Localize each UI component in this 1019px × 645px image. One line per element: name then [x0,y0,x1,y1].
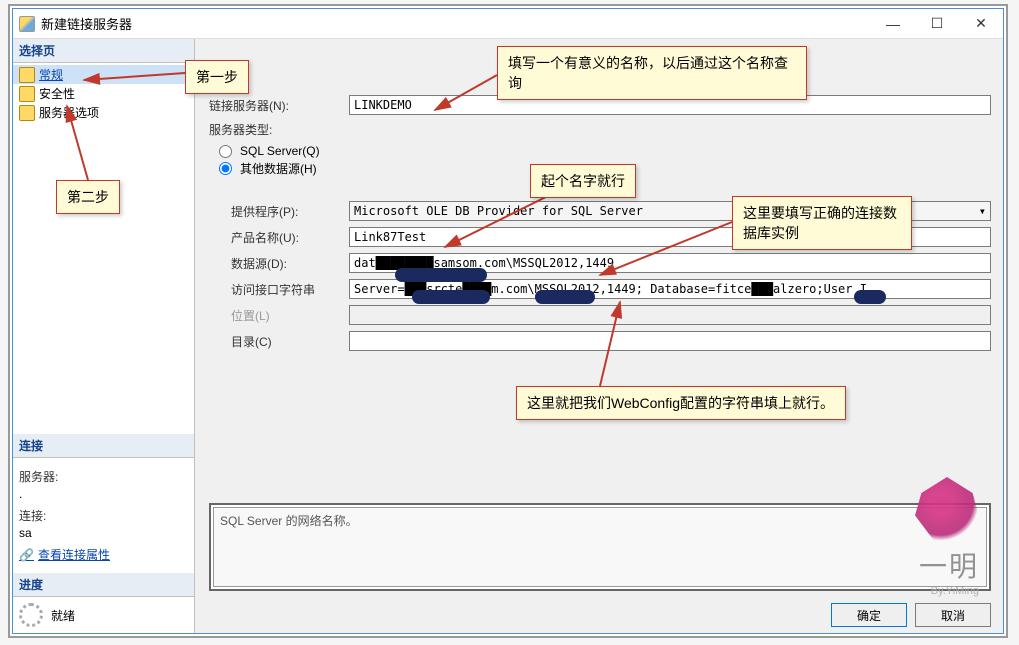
location-input [349,305,991,325]
page-icon [19,105,35,121]
radio-other[interactable] [219,162,232,175]
watermark-logo-icon [915,477,979,541]
maximize-button[interactable]: ☐ [915,9,959,39]
server-label: 服务器: [19,468,188,485]
app-icon [19,16,35,32]
titlebar: 新建链接服务器 — ☐ ✕ [13,9,1003,39]
callout-correct-instance: 这里要填写正确的连接数据库实例 [732,196,912,250]
radio-other-label: 其他数据源(H) [240,160,317,177]
nav-security-label: 安全性 [39,85,75,102]
progress-ring-icon [19,603,43,627]
catalog-label: 目录(C) [209,333,349,350]
radio-sqlserver[interactable] [219,145,232,158]
right-pane: 链接服务器(N): 服务器类型: SQL Server(Q) 其他数据源(H) … [195,39,1003,633]
hint-panel: SQL Server 的网络名称。 [209,503,991,591]
location-label: 位置(L) [209,307,349,324]
page-icon [19,67,35,83]
callout-step1: 第一步 [185,60,249,94]
dialog-window: 新建链接服务器 — ☐ ✕ 选择页 常规 安全性 服务器选项 [12,8,1004,634]
nav-server-options[interactable]: 服务器选项 [13,103,194,122]
linked-server-label: 链接服务器(N): [209,97,349,114]
datasource-label: 数据源(D): [209,255,349,272]
watermark-text: 一明 [915,545,979,585]
select-page-header: 选择页 [13,39,194,63]
conn-label: 连接: [19,507,188,524]
hint-text: SQL Server 的网络名称。 [213,507,987,587]
callout-just-name: 起个名字就行 [530,164,636,198]
page-icon [19,86,35,102]
callout-name-desc: 填写一个有意义的名称，以后通过这个名称查询 [497,46,807,100]
connection-header: 连接 [13,434,194,458]
watermark: 一明 By.YiMing [915,477,979,597]
provider-label: 提供程序(P): [209,203,349,220]
progress-header: 进度 [13,573,194,597]
progress-status: 就绪 [51,607,75,624]
conn-value: sa [19,526,188,540]
view-conn-props[interactable]: 🔗 查看连接属性 [19,546,110,563]
server-value: . [19,487,188,501]
link-icon: 🔗 [19,548,34,562]
watermark-sub: By.YiMing [915,585,979,597]
radio-sqlserver-label: SQL Server(Q) [240,144,320,158]
nav-general-label: 常规 [39,66,63,83]
chevron-down-icon: ▾ [979,204,986,218]
window-title: 新建链接服务器 [41,14,132,33]
minimize-button[interactable]: — [871,9,915,39]
product-label: 产品名称(U): [209,229,349,246]
cancel-button[interactable]: 取消 [915,603,991,627]
left-pane: 选择页 常规 安全性 服务器选项 连接 服务器: . [13,39,195,633]
server-type-label: 服务器类型: [209,121,349,138]
nav-general[interactable]: 常规 [13,65,194,84]
close-button[interactable]: ✕ [959,9,1003,39]
ok-button[interactable]: 确定 [831,603,907,627]
callout-step2: 第二步 [56,180,120,214]
catalog-input[interactable] [349,331,991,351]
callout-webconfig: 这里就把我们WebConfig配置的字符串填上就行。 [516,386,846,420]
nav-server-options-label: 服务器选项 [39,104,99,121]
nav-security[interactable]: 安全性 [13,84,194,103]
connstr-label: 访问接口字符串 [209,281,349,298]
